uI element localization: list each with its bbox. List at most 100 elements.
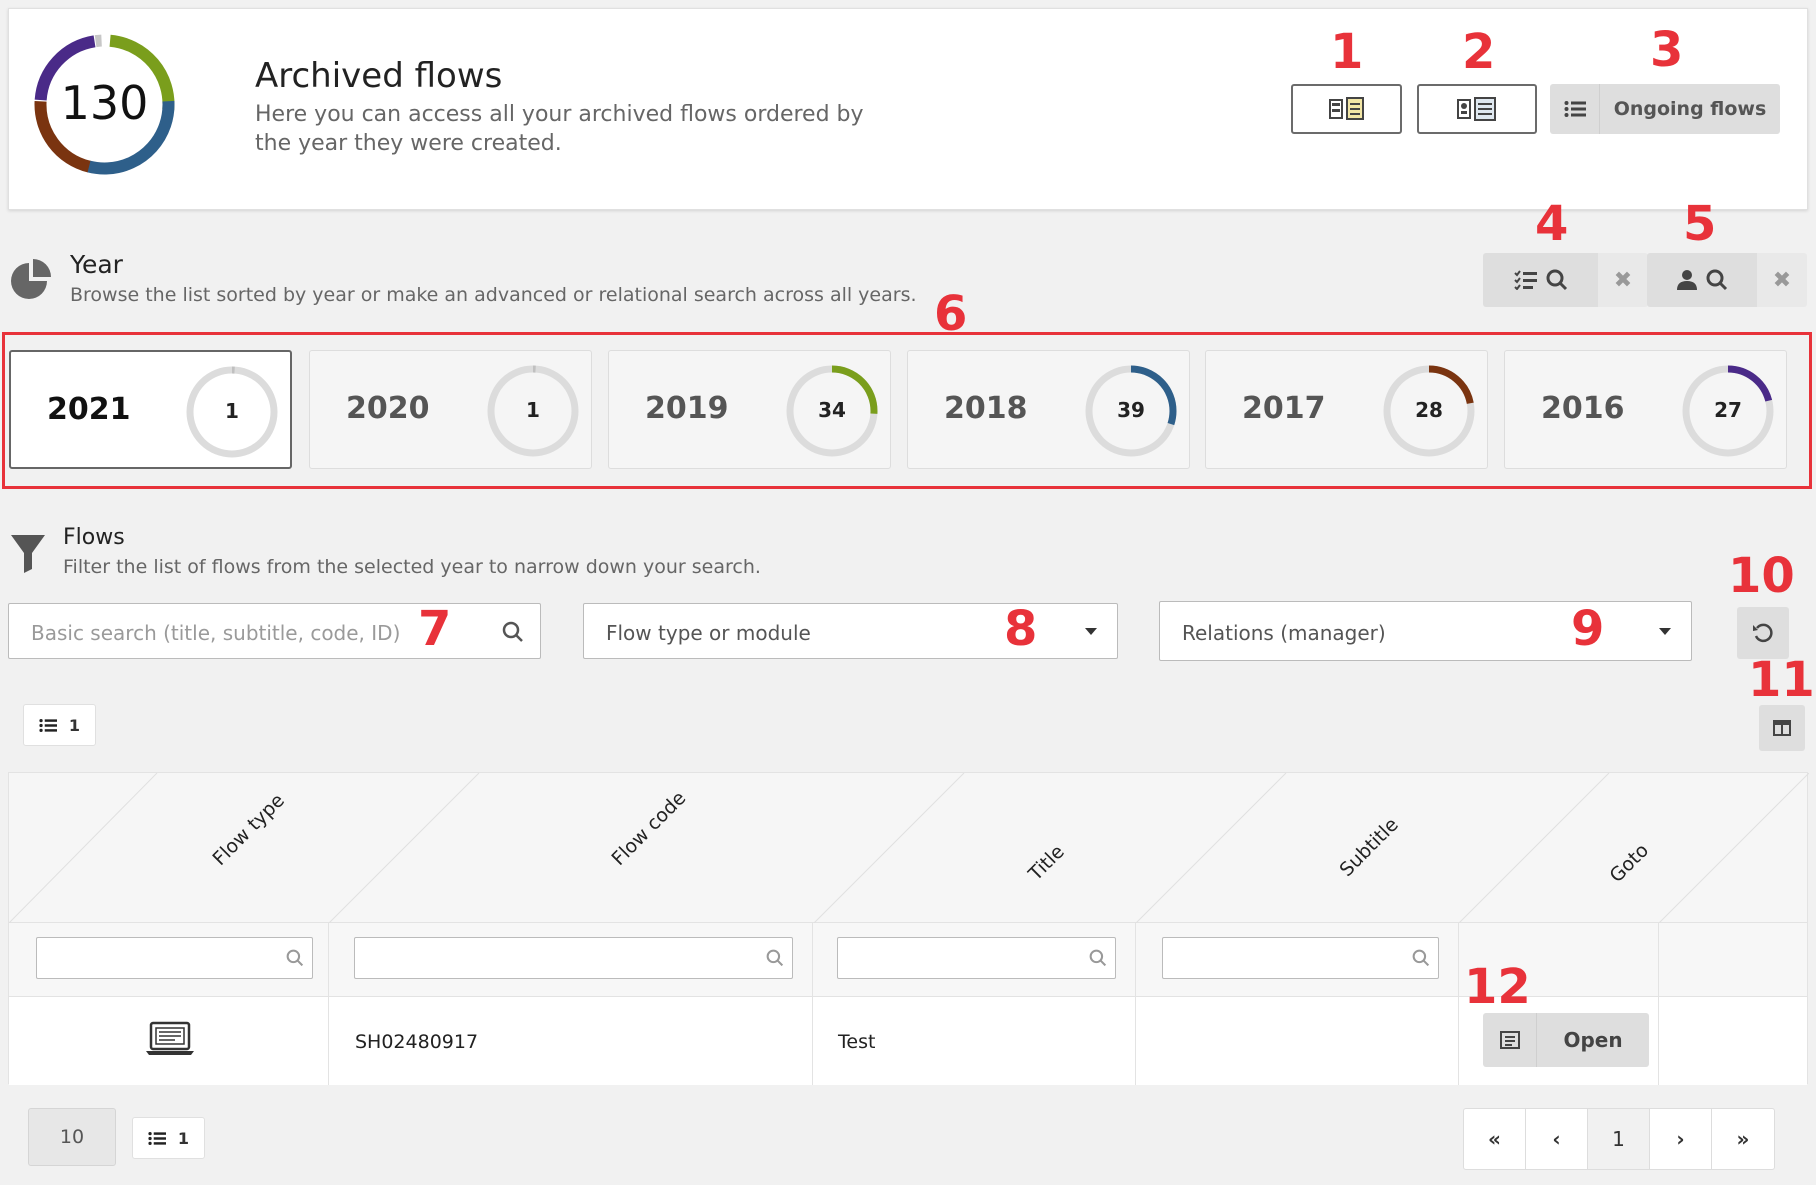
clear-relational-search-button[interactable]: ✖ <box>1757 253 1807 307</box>
flow-type-placeholder: Flow type or module <box>606 621 811 645</box>
year-count: 1 <box>526 398 540 422</box>
year-label: 2020 <box>346 391 430 426</box>
list-icon <box>39 718 57 732</box>
annotation-7: 7 <box>418 601 452 657</box>
annotation-4: 4 <box>1535 196 1569 252</box>
last-page-button[interactable]: » <box>1712 1109 1774 1169</box>
close-icon: ✖ <box>1772 267 1792 293</box>
flow-import-icon <box>1457 97 1496 121</box>
list-icon <box>148 1131 166 1145</box>
annotation-12: 12 <box>1464 959 1531 1015</box>
document-list-icon <box>1483 1013 1537 1067</box>
year-label: 2016 <box>1541 391 1625 426</box>
year-card-2021[interactable]: 2021 1 <box>9 350 292 469</box>
year-label: 2017 <box>1242 391 1326 426</box>
pie-chart-icon <box>11 259 51 299</box>
chevron-right-icon: › <box>1676 1127 1685 1151</box>
column-divider <box>1658 923 1659 1085</box>
subtitle-filter-input[interactable] <box>1162 937 1439 979</box>
relational-search-button[interactable] <box>1647 253 1757 307</box>
columns-icon <box>1773 720 1791 736</box>
basic-search-input[interactable]: Basic search (title, subtitle, code, ID) <box>8 603 541 659</box>
year-card-2016[interactable]: 2016 27 <box>1504 350 1787 469</box>
table-header-row: Flow type Flow code Title Subtitle Goto <box>9 773 1809 923</box>
year-label: 2019 <box>645 391 729 426</box>
annotation-11: 11 <box>1748 652 1815 708</box>
basic-search-placeholder: Basic search (title, subtitle, code, ID) <box>31 621 401 645</box>
flows-section-title: Flows <box>63 525 125 550</box>
laptop-icon <box>146 1021 194 1055</box>
year-label: 2021 <box>47 392 131 427</box>
export-flows-button[interactable] <box>1291 84 1402 134</box>
year-section-subtitle: Browse the list sorted by year or make a… <box>70 284 917 306</box>
annotation-3: 3 <box>1650 22 1684 78</box>
year-card-2019[interactable]: 2019 34 <box>608 350 891 469</box>
previous-page-button[interactable]: ‹ <box>1526 1109 1588 1169</box>
year-section-title: Year <box>70 250 123 279</box>
caret-down-icon <box>1085 628 1097 635</box>
footer-list-count: 1 <box>177 1128 190 1148</box>
total-flows-count: 130 <box>60 76 149 130</box>
footer-list-count-chip[interactable]: 1 <box>132 1117 205 1159</box>
flow-type-select[interactable]: Flow type or module <box>583 603 1118 659</box>
year-card-2018[interactable]: 2018 39 <box>907 350 1190 469</box>
list-count-chip[interactable]: 1 <box>23 704 96 746</box>
year-count: 28 <box>1415 398 1443 422</box>
table-filter-row <box>9 923 1807 997</box>
filter-icon <box>11 535 45 573</box>
column-divider <box>1135 923 1136 1085</box>
column-toggle-button[interactable] <box>1759 705 1805 751</box>
annotation-5: 5 <box>1683 196 1717 252</box>
flow-code-cell: SH02480917 <box>355 1031 479 1053</box>
table-row[interactable]: SH02480917 Test Open <box>9 997 1807 1085</box>
caret-down-icon <box>1659 628 1671 635</box>
first-page-button[interactable]: « <box>1464 1109 1526 1169</box>
year-count: 1 <box>225 399 239 423</box>
chevron-left-icon: ‹ <box>1552 1127 1561 1151</box>
import-flows-button[interactable] <box>1417 84 1537 134</box>
advanced-search-group: ✖ <box>1483 253 1648 307</box>
list-count: 1 <box>68 715 81 735</box>
double-chevron-left-icon: « <box>1488 1127 1501 1151</box>
year-count: 39 <box>1117 398 1145 422</box>
year-card-2017[interactable]: 2017 28 <box>1205 350 1488 469</box>
annotation-10: 10 <box>1728 548 1795 604</box>
double-chevron-right-icon: » <box>1736 1127 1750 1151</box>
annotation-8: 8 <box>1004 601 1038 657</box>
clear-advanced-search-button[interactable]: ✖ <box>1598 253 1648 307</box>
title-filter-input[interactable] <box>837 937 1116 979</box>
column-divider <box>328 923 329 1085</box>
page-button[interactable]: 1 <box>1588 1109 1650 1169</box>
search-icon <box>286 949 304 967</box>
search-icon <box>1546 269 1567 291</box>
title-cell: Test <box>838 1031 876 1053</box>
annotation-2: 2 <box>1462 24 1496 80</box>
year-label: 2018 <box>944 391 1028 426</box>
year-card-2020[interactable]: 2020 1 <box>309 350 592 469</box>
close-icon: ✖ <box>1613 267 1633 293</box>
next-page-button[interactable]: › <box>1650 1109 1712 1169</box>
ongoing-flows-button[interactable]: Ongoing flows <box>1550 84 1780 134</box>
relations-manager-select[interactable]: Relations (manager) <box>1159 601 1692 661</box>
column-divider <box>812 923 813 1085</box>
checklist-icon <box>1513 270 1537 290</box>
flow-type-filter-input[interactable] <box>36 937 313 979</box>
open-flow-button[interactable]: Open <box>1483 1013 1649 1067</box>
year-count: 27 <box>1714 398 1742 422</box>
search-icon <box>1706 269 1728 291</box>
pagination: « ‹ 1 › » <box>1463 1108 1775 1170</box>
flows-table: Flow type Flow code Title Subtitle Goto … <box>8 772 1809 1085</box>
advanced-search-button[interactable] <box>1483 253 1598 307</box>
annotation-9: 9 <box>1571 601 1605 657</box>
flows-section-subtitle: Filter the list of flows from the select… <box>63 556 761 578</box>
year-count: 34 <box>818 398 846 422</box>
page-size-select[interactable]: 10 <box>28 1108 116 1166</box>
annotation-1: 1 <box>1330 24 1364 80</box>
list-icon <box>1550 84 1600 134</box>
flow-code-filter-input[interactable] <box>354 937 793 979</box>
relations-placeholder: Relations (manager) <box>1182 621 1386 645</box>
open-label: Open <box>1563 1028 1623 1052</box>
search-icon <box>766 949 784 967</box>
annotation-6: 6 <box>934 286 968 342</box>
undo-icon <box>1753 623 1773 643</box>
